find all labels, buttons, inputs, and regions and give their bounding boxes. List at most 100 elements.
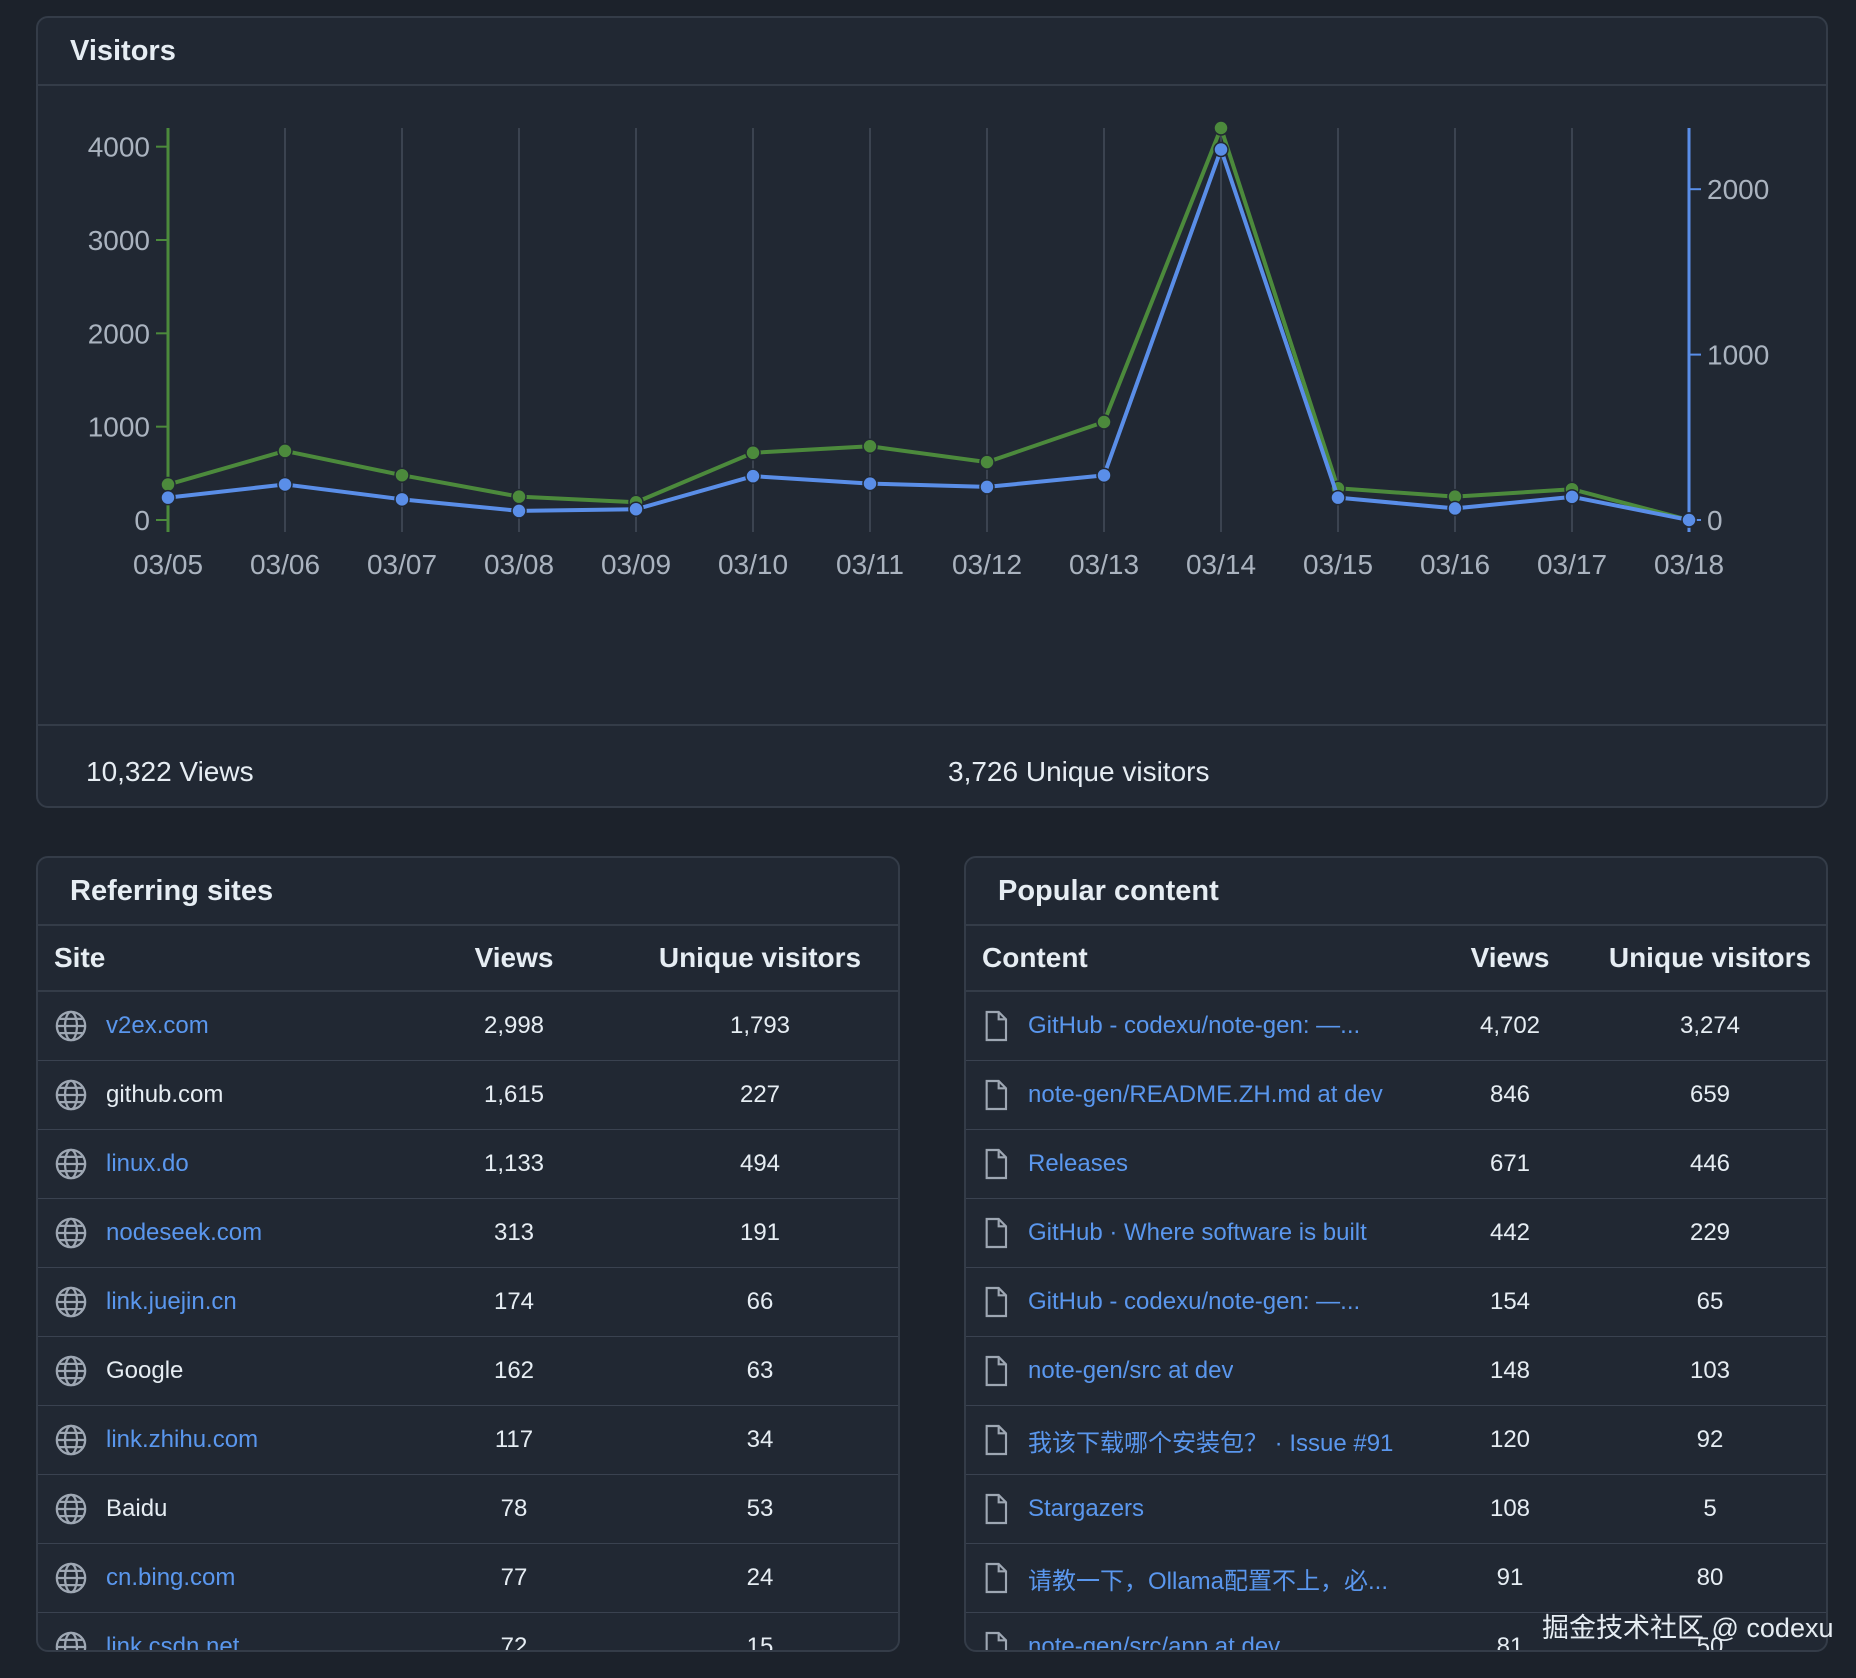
right-tick-label: 2000 [1707,174,1769,205]
row-link[interactable]: note-gen/src at dev [1028,1357,1233,1385]
name-cell: GitHub - codexu/note-gen: —... [966,991,1426,1061]
name-cell: link.csdn.net [38,1613,406,1650]
x-tick-label: 03/06 [250,549,320,580]
unique-visitors-cell: 3,274 [1594,991,1826,1061]
views-cell: 313 [406,1198,622,1268]
visitors-title: Visitors [38,18,1826,86]
unique-visitors-point [1681,512,1697,528]
name-cell: linux.do [38,1129,406,1199]
unique-visitors-point [862,475,878,492]
name-cell: link.zhihu.com [38,1405,406,1475]
column-header-unique-visitors: Unique visitors [1594,926,1826,992]
views-cell: 2,998 [406,991,622,1061]
views-point [277,443,293,459]
popular-content-panel: Popular content Content Views Unique vis… [964,856,1828,1652]
unique-visitors-cell: 103 [1594,1336,1826,1406]
x-tick-label: 03/07 [367,549,437,580]
file-icon [982,1010,1010,1042]
row-link[interactable]: link.csdn.net [106,1633,239,1650]
file-icon [982,1493,1010,1525]
unique-visitors-cell: 63 [622,1336,898,1406]
table-row: note-gen/src at dev 148 103 [966,1336,1826,1406]
unique-visitors-point [1096,467,1112,484]
row-link[interactable]: GitHub - codexu/note-gen: —... [1028,1288,1360,1316]
unique-visitors-point [628,501,644,517]
unique-visitors-cell: 65 [1594,1267,1826,1337]
row-link[interactable]: nodeseek.com [106,1219,262,1247]
globe-icon [54,1354,88,1388]
row-link[interactable]: Stargazers [1028,1495,1144,1523]
views-cell: 671 [1426,1129,1594,1199]
unique-visitors-cell: 659 [1594,1060,1826,1130]
row-link[interactable]: GitHub - codexu/note-gen: —... [1028,1012,1360,1040]
referring-sites-table: Site Views Unique visitors v2ex.com 2,998… [38,926,898,1652]
unique-visitors-cell: 227 [622,1060,898,1130]
row-link[interactable]: note-gen/src/app at dev [1028,1633,1280,1650]
row-link[interactable]: note-gen/README.ZH.md at dev [1028,1081,1383,1109]
x-tick-label: 03/16 [1420,549,1490,580]
unique-visitors-total: 3,726 Unique visitors [948,756,1210,787]
file-icon [982,1079,1010,1111]
popular-content-table: Content Views Unique visitors GitHub - c… [966,926,1826,1650]
row-link[interactable]: 我该下载哪个安装包？ · Issue #91 [1028,1423,1393,1458]
table-row: Releases 671 446 [966,1129,1826,1199]
views-cell: 120 [1426,1405,1594,1475]
name-cell: Google [38,1336,406,1406]
unique-visitors-series-line [167,147,1690,522]
name-cell: Releases [966,1129,1426,1199]
table-row: note-gen/README.ZH.md at dev 846 659 [966,1060,1826,1130]
row-link[interactable]: link.juejin.cn [106,1288,237,1316]
x-tick-label: 03/05 [133,549,203,580]
left-tick-label: 0 [134,505,150,536]
unique-visitors-point [160,489,176,506]
x-tick-label: 03/08 [484,549,554,580]
row-link[interactable]: link.zhihu.com [106,1426,258,1454]
table-row: link.juejin.cn 174 66 [38,1267,898,1337]
file-icon [982,1148,1010,1180]
views-cell: 442 [1426,1198,1594,1268]
row-link[interactable]: cn.bing.com [106,1564,235,1592]
unique-visitors-point [1213,141,1229,158]
row-link[interactable]: Releases [1028,1150,1128,1178]
views-total: 10,322 Views [86,756,254,787]
right-tick-label: 0 [1707,505,1723,536]
table-row: Stargazers 108 5 [966,1474,1826,1544]
watermark: 掘金技术社区 @ codexu [1542,1613,1834,1643]
visitors-panel: Visitors 0 1000 2000 3000 4000 0 1000 2000 03/05… [36,16,1828,808]
left-tick-label: 1000 [88,412,150,443]
unique-visitors-cell: 15 [746,1633,774,1652]
unique-visitors-point [394,491,410,508]
file-icon [982,1424,1010,1456]
name-cell: 我该下载哪个安装包？ · Issue #91 [966,1405,1426,1475]
file-icon [982,1562,1010,1594]
views-cell: 174 [406,1267,622,1337]
left-tick-label: 4000 [88,132,150,163]
file-icon [982,1631,1010,1650]
views-cell: 91 [1426,1543,1594,1613]
unique-visitors-point [1330,489,1346,506]
name-cell: nodeseek.com [38,1198,406,1268]
unique-visitors-cell: 53 [622,1474,898,1544]
unique-visitors-cell: 191 [622,1198,898,1268]
views-point [511,488,527,505]
referring-sites-title: Referring sites [38,858,898,926]
row-link[interactable]: 请教一下，Ollama配置不上，必... [1028,1561,1388,1596]
globe-icon [54,1216,88,1250]
row-link[interactable]: GitHub · Where software is built [1028,1219,1367,1247]
name-cell: Baidu [38,1474,406,1544]
column-header-views: Views [1426,926,1594,992]
views-point [862,438,878,455]
views-cell: 148 [1426,1336,1594,1406]
row-link[interactable]: v2ex.com [106,1012,209,1040]
globe-icon [54,1492,88,1526]
name-cell: Stargazers [966,1474,1426,1544]
globe-icon [54,1423,88,1457]
unique-visitors-cell: 34 [622,1405,898,1475]
visitors-chart-area: 0 1000 2000 3000 4000 0 1000 2000 03/05 03/06 03/0… [38,86,1826,724]
row-link[interactable]: linux.do [106,1150,189,1178]
unique-visitors-point [1447,500,1463,517]
table-row: GitHub - codexu/note-gen: —... 4,702 3,274 [966,991,1826,1061]
views-point [394,467,410,483]
views-cell: 78 [406,1474,622,1544]
name-cell: note-gen/src/app at dev [966,1613,1426,1650]
